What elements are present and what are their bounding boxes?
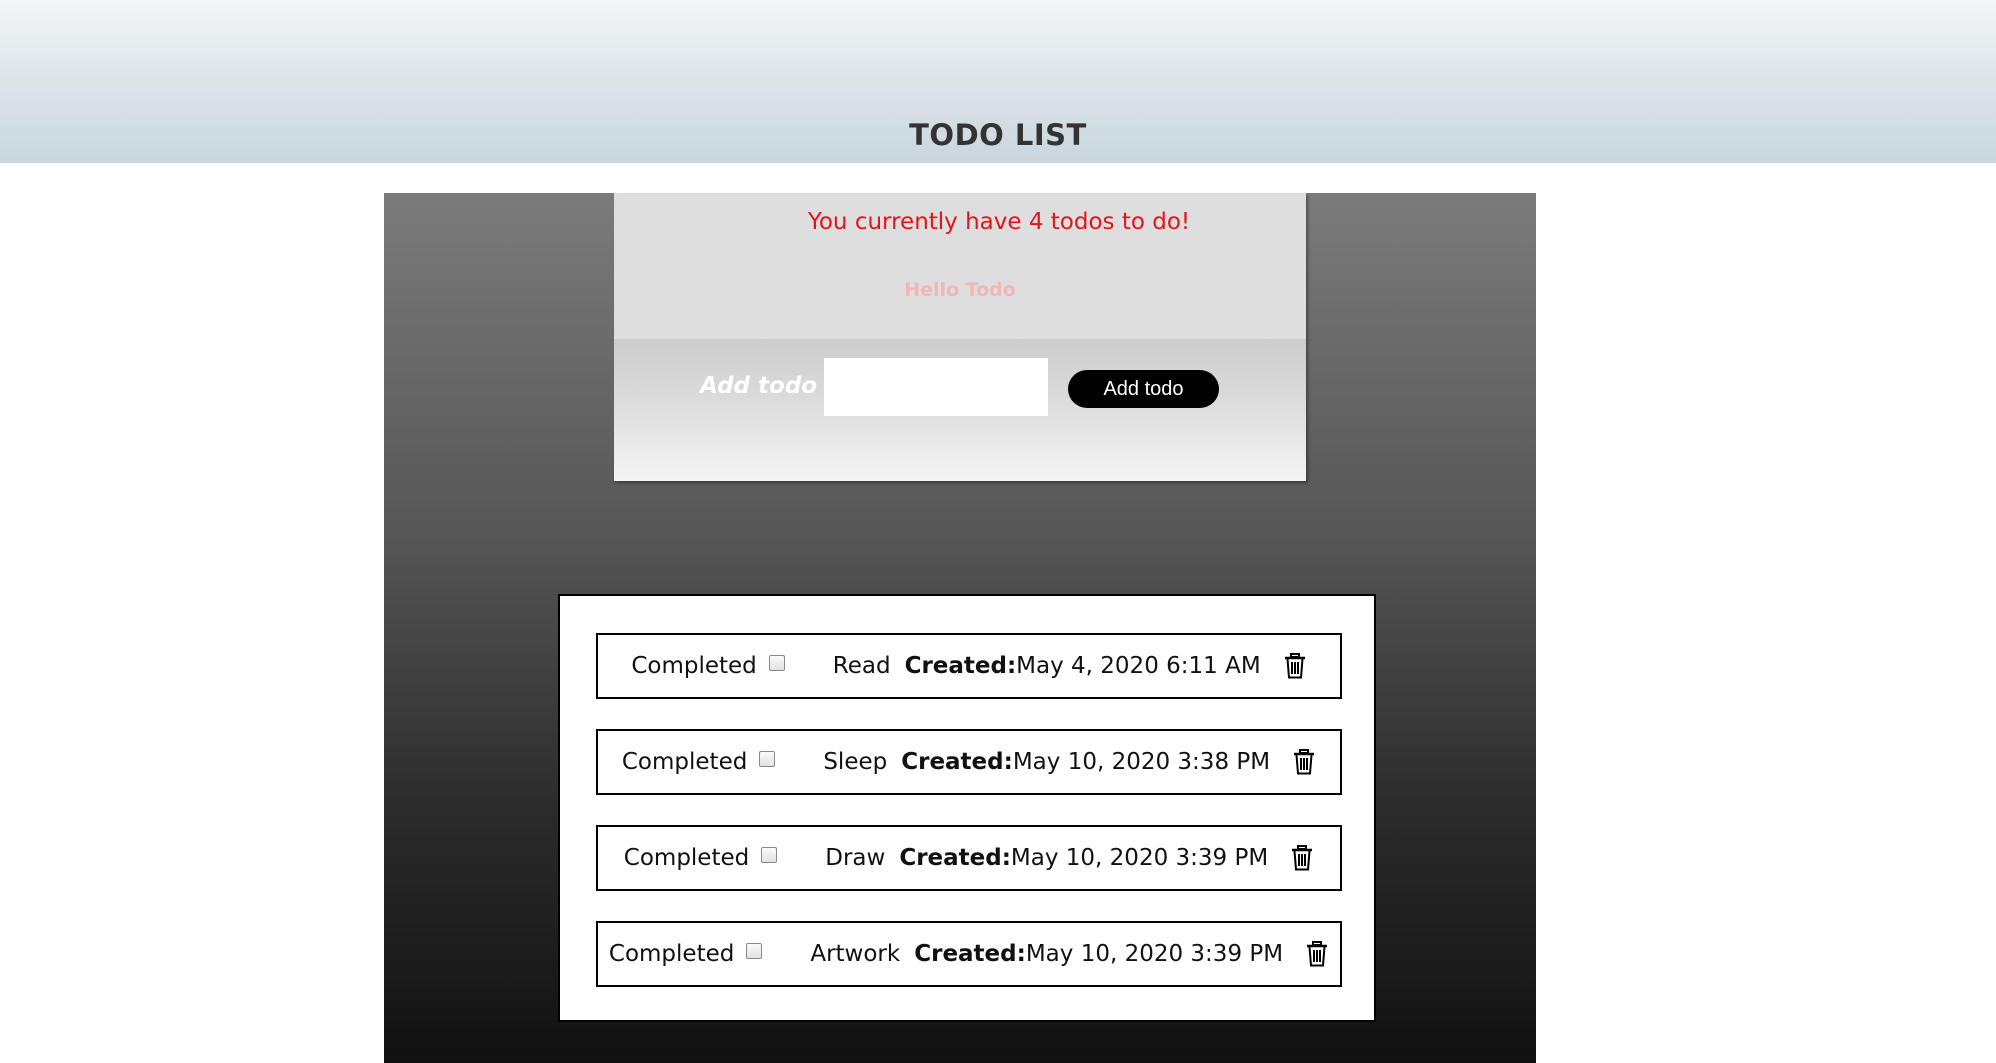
- created-label: Created:: [899, 845, 1011, 871]
- completed-checkbox[interactable]: [746, 943, 763, 959]
- completed-label: Completed: [631, 653, 757, 679]
- todo-name: Read: [832, 653, 891, 679]
- completed-checkbox[interactable]: [759, 751, 776, 767]
- todo-list-panel: Completed Read Created: May 4, 2020 6:11…: [558, 594, 1376, 1022]
- completed-checkbox[interactable]: [768, 655, 785, 671]
- created-date: May 10, 2020 3:39 PM: [1010, 845, 1269, 871]
- trash-icon[interactable]: [1305, 941, 1329, 967]
- page: TODO LIST You currently have 4 todos to …: [0, 0, 1996, 1063]
- todo-item: Completed Artwork Created: May 10, 2020 …: [596, 921, 1342, 987]
- page-title: TODO LIST: [909, 118, 1087, 152]
- main-stage: You currently have 4 todos to do! Hello …: [384, 193, 1536, 1063]
- todo-name: Artwork: [810, 941, 901, 967]
- completed-checkbox[interactable]: [761, 847, 778, 863]
- created-label: Created:: [914, 941, 1026, 967]
- completed-label: Completed: [608, 941, 735, 967]
- trash-icon[interactable]: [1283, 653, 1307, 679]
- todo-item: Completed Read Created: May 4, 2020 6:11…: [596, 633, 1342, 699]
- created-date: May 10, 2020 3:38 PM: [1012, 749, 1271, 775]
- add-todo-label: Add todo :: [700, 373, 835, 399]
- completed-label: Completed: [621, 749, 748, 775]
- trash-icon[interactable]: [1292, 749, 1316, 775]
- todo-item: Completed Draw Created: May 10, 2020 3:3…: [596, 825, 1342, 891]
- add-todo-button[interactable]: Add todo: [1068, 370, 1219, 408]
- add-todo-input[interactable]: [824, 358, 1048, 416]
- created-date: May 10, 2020 3:39 PM: [1025, 941, 1284, 967]
- created-date: May 4, 2020 6:11 AM: [1016, 653, 1261, 679]
- header-bar: TODO LIST: [0, 0, 1996, 163]
- summary-card-top: You currently have 4 todos to do! Hello …: [614, 193, 1306, 339]
- created-label: Created:: [901, 749, 1013, 775]
- greeting-text: Hello Todo: [904, 279, 1016, 301]
- todo-name: Draw: [825, 845, 886, 871]
- completed-label: Completed: [623, 845, 750, 871]
- created-label: Created:: [904, 653, 1017, 679]
- todo-name: Sleep: [823, 749, 888, 775]
- todo-count-message: You currently have 4 todos to do!: [807, 209, 1191, 235]
- trash-icon[interactable]: [1290, 845, 1314, 871]
- todo-item: Completed Sleep Created: May 10, 2020 3:…: [596, 729, 1342, 795]
- summary-card: You currently have 4 todos to do! Hello …: [614, 193, 1306, 481]
